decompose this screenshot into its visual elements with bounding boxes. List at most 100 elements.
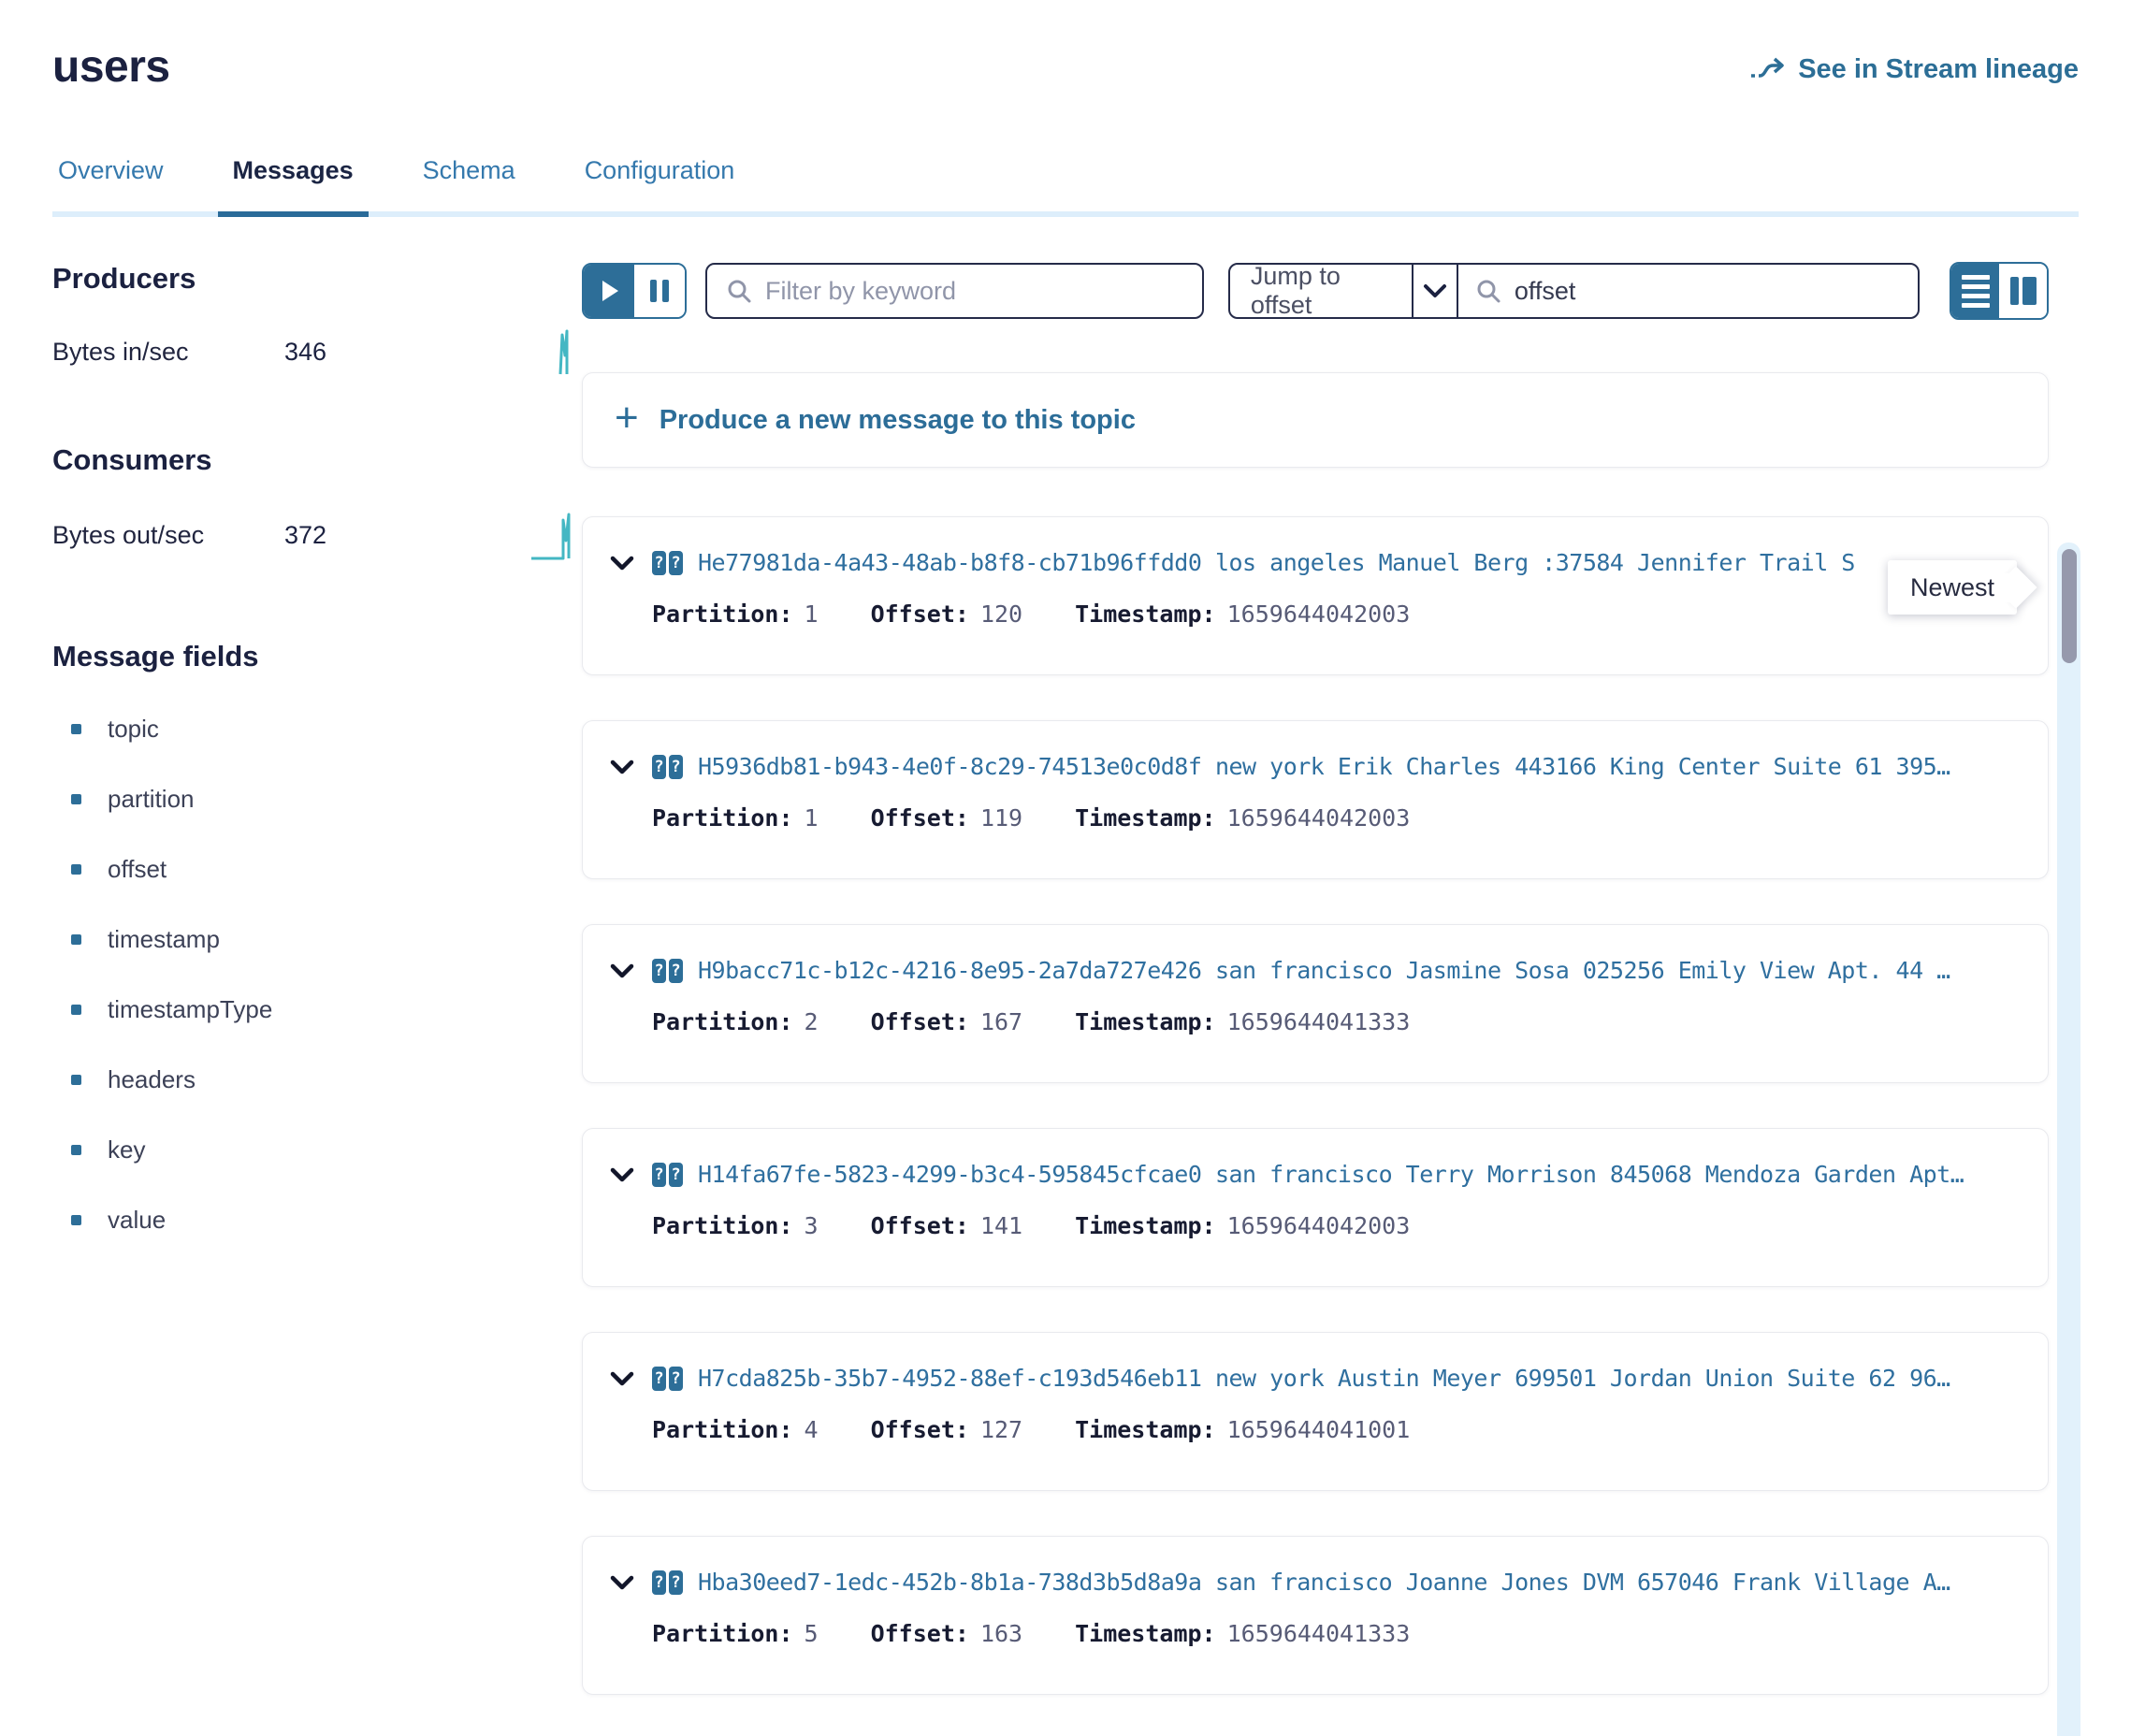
expand-chevron-icon[interactable] xyxy=(609,1574,635,1591)
timestamp-meta: Timestamp: 1659644042003 xyxy=(1075,600,1410,628)
page-header: users See in Stream lineage xyxy=(52,0,2079,93)
message-key: H9bacc71c-b12c-4216-8e95-2a7da727e426 sa… xyxy=(698,957,1950,984)
message-fields-heading: Message fields xyxy=(52,640,582,673)
tab-overview[interactable]: Overview xyxy=(52,156,169,211)
stream-lineage-link[interactable]: See in Stream lineage xyxy=(1749,54,2079,85)
message-key-row: ? ? Hba30eed7-1edc-452b-8b1a-738d3b5d8a9… xyxy=(609,1569,2014,1596)
field-item-partition[interactable]: partition xyxy=(52,785,582,814)
bytes-out-label: Bytes out/sec xyxy=(52,521,284,550)
message-meta: Partition: 1 Offset: 119 Timestamp: 1659… xyxy=(652,804,2014,832)
message-meta: Partition: 4 Offset: 127 Timestamp: 1659… xyxy=(652,1416,2014,1443)
message-format-icon: ? ? xyxy=(652,1570,683,1595)
filter-input[interactable] xyxy=(765,277,1183,306)
chevron-down-icon xyxy=(1423,283,1447,298)
message-format-icon: ? ? xyxy=(652,959,683,983)
expand-chevron-icon[interactable] xyxy=(609,1370,635,1387)
partition-meta: Partition: 1 xyxy=(652,804,819,832)
message-list: ? ? He77981da-4a43-48ab-b8f8-cb71b96ffdd… xyxy=(582,516,2049,1695)
bullet-icon xyxy=(71,1075,81,1085)
expand-chevron-icon[interactable] xyxy=(609,759,635,775)
message-scrollbar[interactable] xyxy=(2057,542,2080,1736)
offset-input[interactable] xyxy=(1515,277,1901,306)
field-item-timestampType[interactable]: timestampType xyxy=(52,995,582,1024)
message-row[interactable]: ? ? Hba30eed7-1edc-452b-8b1a-738d3b5d8a9… xyxy=(582,1536,2049,1695)
column-view-button[interactable] xyxy=(1999,264,2047,318)
tab-schema[interactable]: Schema xyxy=(417,156,521,211)
timestamp-meta: Timestamp: 1659644042003 xyxy=(1075,1212,1410,1239)
keyword-filter xyxy=(705,263,1204,319)
produce-message-button[interactable]: + Produce a new message to this topic xyxy=(582,372,2049,468)
bytes-in-sparkline xyxy=(558,327,574,376)
bytes-out-value: 372 xyxy=(284,521,397,550)
pause-icon xyxy=(650,280,657,302)
message-meta: Partition: 1 Offset: 120 Timestamp: 1659… xyxy=(652,600,2014,628)
expand-chevron-icon[interactable] xyxy=(609,555,635,571)
topic-page: users See in Stream lineage Overview Mes… xyxy=(0,0,2131,1736)
messages-panel: Jump to offset xyxy=(582,262,2049,1736)
newest-tooltip: Newest xyxy=(1888,560,2017,615)
message-key: He77981da-4a43-48ab-b8f8-cb71b96ffdd0 lo… xyxy=(698,549,1855,576)
stream-controls xyxy=(582,263,687,319)
message-key-row: ? ? H9bacc71c-b12c-4216-8e95-2a7da727e42… xyxy=(609,957,2014,984)
messages-toolbar: Jump to offset xyxy=(582,262,2049,320)
partition-meta: Partition: 3 xyxy=(652,1212,819,1239)
play-button[interactable] xyxy=(584,265,634,317)
message-format-icon: ? ? xyxy=(652,1367,683,1391)
partition-meta: Partition: 5 xyxy=(652,1620,819,1647)
message-key: H7cda825b-35b7-4952-88ef-c193d546eb11 ne… xyxy=(698,1365,1950,1392)
list-view-button[interactable] xyxy=(1951,264,1999,318)
timestamp-meta: Timestamp: 1659644041333 xyxy=(1075,1008,1410,1035)
produce-message-label: Produce a new message to this topic xyxy=(660,405,1136,436)
bullet-icon xyxy=(71,1215,81,1225)
message-key-row: ? ? H5936db81-b943-4e0f-8c29-74513e0c0d8… xyxy=(609,753,2014,780)
message-key: H5936db81-b943-4e0f-8c29-74513e0c0d8f ne… xyxy=(698,753,1950,780)
bullet-icon xyxy=(71,794,81,804)
message-fields-list: topic partition offset timestamp timestampTy… xyxy=(52,715,582,1235)
pause-button[interactable] xyxy=(634,265,685,317)
timestamp-meta: Timestamp: 1659644042003 xyxy=(1075,804,1410,832)
bullet-icon xyxy=(71,1145,81,1155)
bytes-out-sparkline xyxy=(529,509,574,561)
message-meta: Partition: 3 Offset: 141 Timestamp: 1659… xyxy=(652,1212,2014,1239)
stream-lineage-label: See in Stream lineage xyxy=(1798,54,2079,85)
jump-select-chevron[interactable] xyxy=(1413,265,1458,317)
bullet-icon xyxy=(71,864,81,875)
jump-mode-select[interactable]: Jump to offset xyxy=(1230,265,1413,317)
offset-meta: Offset: 120 xyxy=(871,600,1023,628)
expand-chevron-icon[interactable] xyxy=(609,962,635,979)
message-row[interactable]: ? ? H9bacc71c-b12c-4216-8e95-2a7da727e42… xyxy=(582,924,2049,1083)
message-row[interactable]: ? ? H7cda825b-35b7-4952-88ef-c193d546eb1… xyxy=(582,1332,2049,1491)
message-format-icon: ? ? xyxy=(652,1163,683,1187)
field-item-key[interactable]: key xyxy=(52,1136,582,1165)
producers-heading: Producers xyxy=(52,262,582,296)
field-item-headers[interactable]: headers xyxy=(52,1065,582,1094)
partition-meta: Partition: 4 xyxy=(652,1416,819,1443)
page-title: users xyxy=(52,41,170,93)
message-row[interactable]: ? ? H14fa67fe-5823-4299-b3c4-595845cfcae… xyxy=(582,1128,2049,1287)
scrollbar-thumb[interactable] xyxy=(2062,549,2077,663)
partition-meta: Partition: 2 xyxy=(652,1008,819,1035)
partition-meta: Partition: 1 xyxy=(652,600,819,628)
message-format-icon: ? ? xyxy=(652,755,683,779)
bytes-in-metric: Bytes in/sec 346 xyxy=(52,327,582,376)
message-meta: Partition: 5 Offset: 163 Timestamp: 1659… xyxy=(652,1620,2014,1647)
message-key-row: ? ? H14fa67fe-5823-4299-b3c4-595845cfcae… xyxy=(609,1161,2014,1188)
offset-meta: Offset: 163 xyxy=(871,1620,1023,1647)
message-format-icon: ? ? xyxy=(652,551,683,575)
topic-sidebar: Producers Bytes in/sec 346 Consumers Byt… xyxy=(52,262,582,1736)
tab-configuration[interactable]: Configuration xyxy=(579,156,741,211)
tab-messages[interactable]: Messages xyxy=(227,156,359,211)
offset-meta: Offset: 167 xyxy=(871,1008,1023,1035)
field-item-topic[interactable]: topic xyxy=(52,715,582,744)
bullet-icon xyxy=(71,1005,81,1015)
timestamp-meta: Timestamp: 1659644041333 xyxy=(1075,1620,1410,1647)
bullet-icon xyxy=(71,934,81,945)
timestamp-meta: Timestamp: 1659644041001 xyxy=(1075,1416,1410,1443)
field-item-offset[interactable]: offset xyxy=(52,855,582,884)
message-row[interactable]: ? ? H5936db81-b943-4e0f-8c29-74513e0c0d8… xyxy=(582,720,2049,879)
expand-chevron-icon[interactable] xyxy=(609,1166,635,1183)
tab-bar: Overview Messages Schema Configuration xyxy=(52,156,2079,217)
field-item-value[interactable]: value xyxy=(52,1206,582,1235)
message-row[interactable]: ? ? He77981da-4a43-48ab-b8f8-cb71b96ffdd… xyxy=(582,516,2049,675)
field-item-timestamp[interactable]: timestamp xyxy=(52,925,582,954)
